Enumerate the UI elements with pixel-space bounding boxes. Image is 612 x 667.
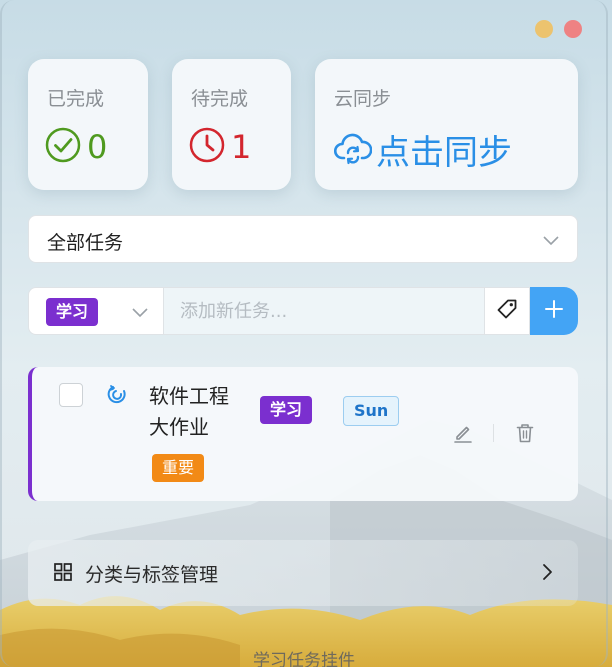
category-tag-management-link[interactable]: 分类与标签管理 xyxy=(28,540,578,606)
category-select[interactable]: 学习 xyxy=(28,287,164,335)
close-button[interactable] xyxy=(564,20,582,38)
clock-icon xyxy=(189,127,225,167)
task-due-tag: Sun xyxy=(343,396,400,426)
add-task-button[interactable] xyxy=(530,287,578,335)
sync-label: 云同步 xyxy=(334,88,392,110)
task-item[interactable]: 软件工程 大作业 学习 Sun 重要 xyxy=(28,367,578,501)
action-divider xyxy=(493,424,494,442)
add-task-row: 学习 xyxy=(28,287,578,335)
cloud-sync-icon xyxy=(333,131,373,169)
completed-count: 0 xyxy=(87,128,108,166)
cloud-sync-card[interactable]: 云同步 点击同步 xyxy=(315,59,578,190)
chevron-down-icon xyxy=(132,304,148,323)
edit-icon[interactable] xyxy=(452,422,474,448)
pending-stat-card: 待完成 1 xyxy=(172,59,291,190)
chevron-right-icon xyxy=(542,563,554,585)
task-category-tag: 学习 xyxy=(260,396,313,424)
chevron-down-icon xyxy=(543,232,559,251)
filter-selected-value: 全部任务 xyxy=(47,232,124,254)
trash-icon[interactable] xyxy=(514,422,536,448)
completed-label: 已完成 xyxy=(47,88,105,110)
new-task-input[interactable] xyxy=(164,287,484,335)
sync-action-label: 点击同步 xyxy=(376,133,512,173)
management-label: 分类与标签管理 xyxy=(85,564,219,586)
pending-count: 1 xyxy=(231,128,252,166)
pending-label: 待完成 xyxy=(191,88,249,110)
tag-picker-button[interactable] xyxy=(484,287,530,335)
task-title-line: 软件工程 xyxy=(149,384,229,408)
task-priority-tag: 重要 xyxy=(152,454,205,482)
task-complete-checkbox[interactable] xyxy=(59,383,83,407)
swirl-icon xyxy=(107,383,129,409)
widget-footer-title: 学习任务挂件 xyxy=(253,651,355,667)
check-circle-icon xyxy=(45,127,81,167)
completed-stat-card: 已完成 0 xyxy=(28,59,148,190)
minimize-button[interactable] xyxy=(535,20,553,38)
task-title-line: 大作业 xyxy=(149,415,209,439)
task-filter-select[interactable]: 全部任务 xyxy=(28,215,578,263)
task-title: 软件工程 大作业 xyxy=(149,381,245,443)
category-tag: 学习 xyxy=(46,298,99,326)
tag-icon xyxy=(496,298,518,324)
window-controls xyxy=(535,20,582,38)
plus-icon xyxy=(544,299,564,323)
grid-icon xyxy=(53,562,73,586)
sync-button[interactable]: 点击同步 xyxy=(333,125,512,174)
